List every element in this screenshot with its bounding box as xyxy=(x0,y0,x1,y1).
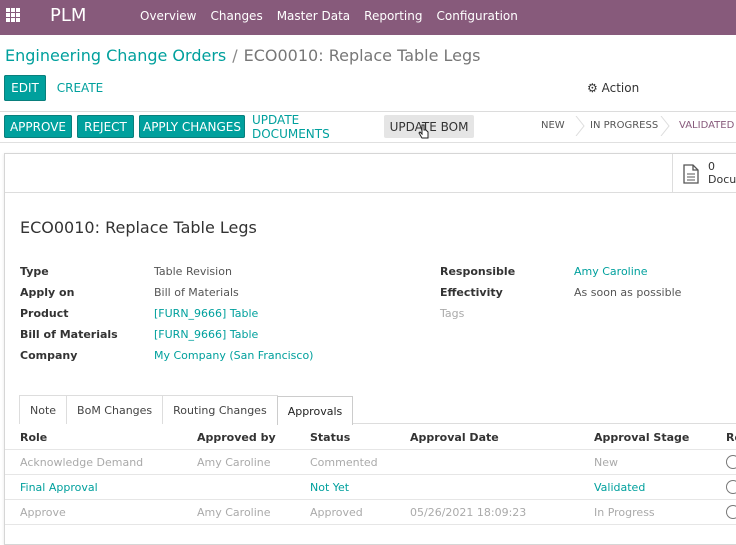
stage-validated[interactable]: VALIDATED xyxy=(679,120,734,131)
row-date: 05/26/2021 18:09:23 xyxy=(410,506,527,519)
apps-menu-icon[interactable] xyxy=(6,8,20,22)
action-label: Action xyxy=(601,81,640,95)
top-menu: Overview Changes Master Data Reporting C… xyxy=(140,9,518,23)
responsible-link[interactable]: Amy Caroline xyxy=(574,265,648,278)
stage-new[interactable]: NEW xyxy=(541,120,565,131)
document-icon xyxy=(683,164,699,184)
documents-count: 0 Docume xyxy=(708,160,736,186)
apply-on-value[interactable]: Bill of Materials xyxy=(154,286,239,299)
col-approval-stage[interactable]: Approval Stage xyxy=(594,431,689,444)
table-row[interactable]: Acknowledge Demand Amy Caroline Commente… xyxy=(5,450,736,475)
menu-overview[interactable]: Overview xyxy=(140,9,197,23)
breadcrumb-parent[interactable]: Engineering Change Orders xyxy=(5,46,226,65)
form-sheet: 0 Docume ECO0010: Replace Table Legs Typ… xyxy=(4,153,736,545)
notebook-tabs: Note BoM Changes Routing Changes Approva… xyxy=(19,395,736,425)
statusbar-bottom-border xyxy=(0,142,736,143)
table-row[interactable]: Approve Amy Caroline Approved 05/26/2021… xyxy=(5,500,736,525)
responsible-label: Responsible xyxy=(440,265,516,278)
col-status[interactable]: Status xyxy=(310,431,350,444)
menu-master-data[interactable]: Master Data xyxy=(277,9,350,23)
tab-routing-changes[interactable]: Routing Changes xyxy=(162,395,278,424)
tab-approvals[interactable]: Approvals xyxy=(276,396,354,425)
reject-button[interactable]: REJECT xyxy=(77,115,134,138)
breadcrumb-current: ECO0010: Replace Table Legs xyxy=(243,46,481,65)
sheet-divider xyxy=(5,192,736,193)
col-approval-date[interactable]: Approval Date xyxy=(410,431,499,444)
row-status: Not Yet xyxy=(310,481,350,494)
bom-link[interactable]: [FURN_9666] Table xyxy=(154,328,258,341)
stage-pipeline: NEW IN PROGRESS VALIDATED xyxy=(527,112,736,141)
effectivity-value[interactable]: As soon as possible xyxy=(574,286,681,299)
row-approved-by: Amy Caroline xyxy=(197,506,271,519)
row-role: Final Approval xyxy=(20,481,98,494)
effectivity-label: Effectivity xyxy=(440,286,503,299)
approvals-table: Role Approved by Status Approval Date Ap… xyxy=(5,425,736,525)
stage-in-progress[interactable]: IN PROGRESS xyxy=(590,120,658,131)
approve-button[interactable]: APPROVE xyxy=(4,115,72,138)
row-role: Approve xyxy=(20,506,66,519)
gear-icon: ⚙ xyxy=(587,81,598,95)
product-link[interactable]: [FURN_9666] Table xyxy=(154,307,258,320)
product-label: Product xyxy=(20,307,69,320)
update-documents-button[interactable]: UPDATE DOCUMENTS xyxy=(252,113,378,141)
tags-field[interactable]: Tags xyxy=(440,307,464,320)
top-navbar: PLM Overview Changes Master Data Reporti… xyxy=(0,0,736,35)
action-menu[interactable]: ⚙ Action xyxy=(587,81,639,95)
row-clock-icon[interactable] xyxy=(726,480,736,494)
type-value[interactable]: Table Revision xyxy=(154,265,232,278)
menu-changes[interactable]: Changes xyxy=(211,9,263,23)
row-approved-by: Amy Caroline xyxy=(197,456,271,469)
company-link[interactable]: My Company (San Francisco) xyxy=(154,349,313,362)
row-stage: New xyxy=(594,456,618,469)
edit-button[interactable]: EDIT xyxy=(4,75,46,101)
row-status: Commented xyxy=(310,456,378,469)
apply-changes-button[interactable]: APPLY CHANGES xyxy=(139,115,245,138)
row-stage: In Progress xyxy=(594,506,655,519)
documents-smart-button[interactable]: 0 Docume xyxy=(672,154,736,192)
tab-bom-changes[interactable]: BoM Changes xyxy=(66,395,164,424)
breadcrumb: Engineering Change Orders / ECO0010: Repla… xyxy=(5,46,481,65)
col-role[interactable]: Role xyxy=(20,431,47,444)
bom-label: Bill of Materials xyxy=(20,328,118,341)
row-clock-icon[interactable] xyxy=(726,455,736,469)
apply-on-label: Apply on xyxy=(20,286,75,299)
type-label: Type xyxy=(20,265,49,278)
stage-arrow-icon xyxy=(575,116,585,136)
table-row[interactable]: Final Approval Not Yet Validated xyxy=(5,475,736,500)
row-role: Acknowledge Demand xyxy=(20,456,144,469)
menu-reporting[interactable]: Reporting xyxy=(364,9,422,23)
row-clock-icon[interactable] xyxy=(726,505,736,519)
record-title: ECO0010: Replace Table Legs xyxy=(20,218,257,237)
table-header: Role Approved by Status Approval Date Ap… xyxy=(5,425,736,450)
app-name[interactable]: PLM xyxy=(50,5,86,26)
create-button[interactable]: CREATE xyxy=(56,75,104,101)
col-re[interactable]: Re xyxy=(726,431,736,444)
row-status: Approved xyxy=(310,506,363,519)
breadcrumb-separator: / xyxy=(232,46,238,65)
stage-arrow-icon xyxy=(660,116,670,136)
menu-configuration[interactable]: Configuration xyxy=(437,9,518,23)
company-label: Company xyxy=(20,349,78,362)
mouse-cursor-icon xyxy=(418,124,429,139)
col-approved-by[interactable]: Approved by xyxy=(197,431,276,444)
row-stage: Validated xyxy=(594,481,646,494)
tab-note[interactable]: Note xyxy=(19,395,68,424)
